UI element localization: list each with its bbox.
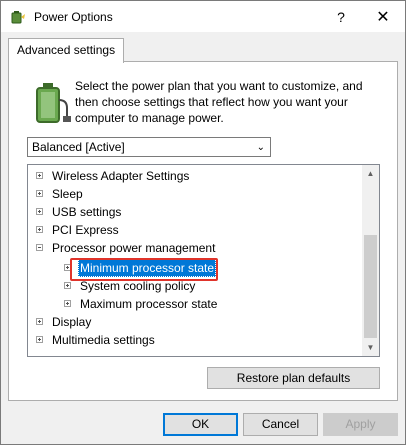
tree-item-label: Multimedia settings <box>52 333 155 347</box>
help-icon: ? <box>337 8 345 25</box>
intro-text: Select the power plan that you want to c… <box>75 79 363 125</box>
scroll-thumb[interactable] <box>364 235 377 338</box>
tree-item-label: USB settings <box>52 205 122 219</box>
expand-plus-icon[interactable] <box>36 172 43 179</box>
help-button[interactable]: ? <box>319 1 363 32</box>
scroll-down-arrow-icon[interactable]: ▼ <box>362 339 379 356</box>
expand-plus-icon[interactable] <box>36 336 43 343</box>
chevron-down-icon: ⌄ <box>256 142 265 153</box>
tree-item-label: Display <box>52 315 92 329</box>
window-title: Power Options <box>34 10 113 24</box>
power-plan-value: Balanced [Active] <box>32 140 125 154</box>
tree-item-label: Wireless Adapter Settings <box>52 169 190 183</box>
collapse-minus-icon[interactable] <box>36 244 43 251</box>
tree-item-label: PCI Express <box>52 223 119 237</box>
title-bar: Power Options ? ✕ <box>1 1 405 32</box>
red-highlight-annotation <box>70 258 218 281</box>
close-button[interactable]: ✕ <box>361 1 405 32</box>
expand-plus-icon[interactable] <box>36 208 43 215</box>
battery-plug-icon <box>36 83 71 123</box>
power-options-window: Power Options ? ✕ Advanced settings Sele… <box>0 0 406 445</box>
expand-plus-icon[interactable] <box>36 190 43 197</box>
power-plan-dropdown[interactable]: Balanced [Active] ⌄ <box>27 137 271 157</box>
apply-button[interactable]: Apply <box>323 413 398 436</box>
expand-plus-icon[interactable] <box>64 282 71 289</box>
expand-plus-icon[interactable] <box>36 226 43 233</box>
cancel-button[interactable]: Cancel <box>243 413 318 436</box>
tree-item-label: Sleep <box>52 187 83 201</box>
ok-button[interactable]: OK <box>163 413 238 436</box>
expand-plus-icon[interactable] <box>36 318 43 325</box>
tree-item-label: Maximum processor state <box>80 297 218 311</box>
scroll-up-arrow-icon[interactable]: ▲ <box>362 165 379 182</box>
restore-plan-defaults-button[interactable]: Restore plan defaults <box>207 367 380 389</box>
advanced-settings-panel: Select the power plan that you want to c… <box>8 61 398 401</box>
expand-plus-icon[interactable] <box>64 300 71 307</box>
close-icon: ✕ <box>376 8 390 26</box>
settings-tree[interactable]: Wireless Adapter Settings Sleep USB sett… <box>27 164 380 357</box>
tree-item-label: Processor power management <box>52 241 216 255</box>
tab-advanced-settings[interactable]: Advanced settings <box>8 38 125 63</box>
power-options-app-icon <box>11 11 25 24</box>
vertical-scrollbar[interactable]: ▲ ▼ <box>362 165 379 356</box>
